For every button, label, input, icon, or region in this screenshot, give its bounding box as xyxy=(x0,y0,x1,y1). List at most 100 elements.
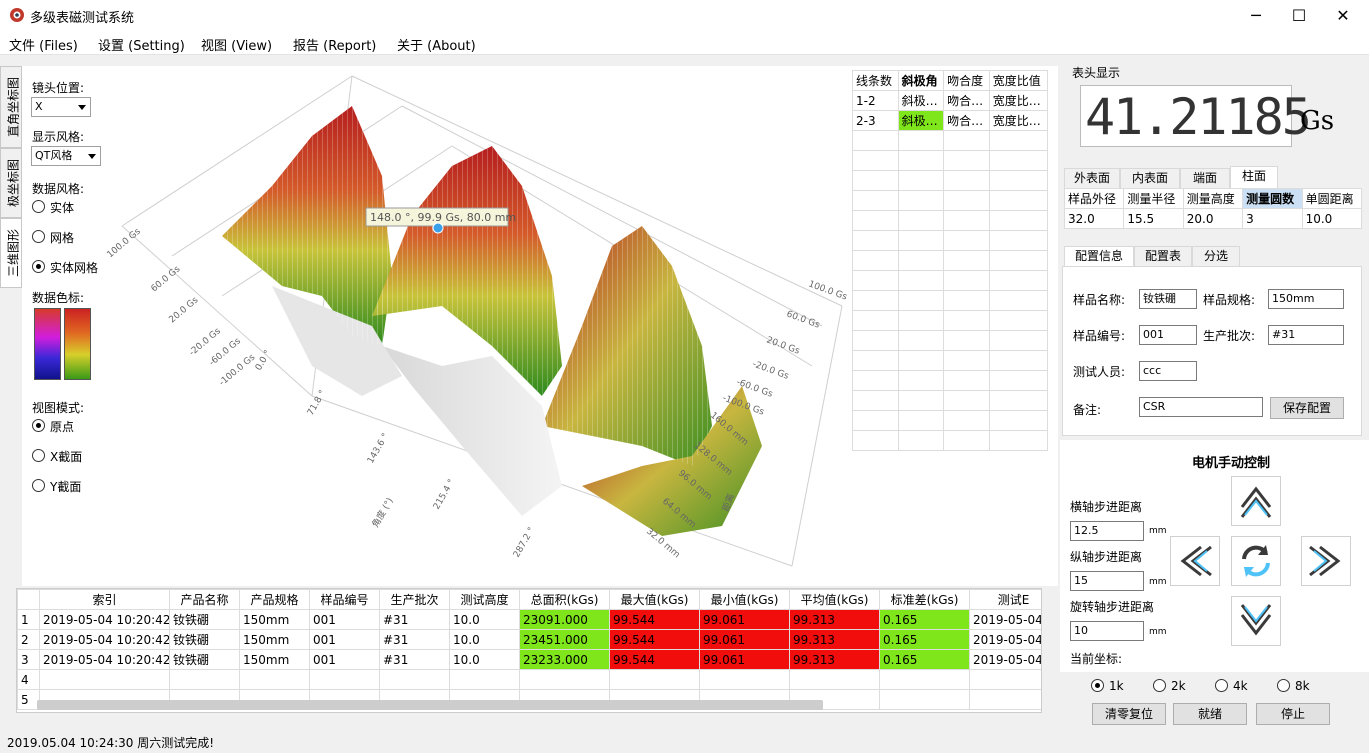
minimize-button[interactable]: ─ xyxy=(1233,0,1279,31)
note-field[interactable]: CSR xyxy=(1139,397,1263,417)
arrow-down-icon xyxy=(1240,604,1272,636)
table-row[interactable]: 4 xyxy=(17,669,1041,690)
column-header[interactable]: 最小值(kGs) xyxy=(699,589,790,610)
config-panel: 样品名称: 钕铁硼 样品规格: 150mm 样品编号: 001 生产批次: #3… xyxy=(1062,266,1362,436)
column-header[interactable]: 生产批次 xyxy=(379,589,450,610)
column-header[interactable] xyxy=(17,589,40,610)
stop-button[interactable]: 停止 xyxy=(1256,703,1330,725)
table-row[interactable]: 3 2019-05-04 10:20:42 钕铁硼 150mm 001 #31 10.0 23… xyxy=(17,649,1041,670)
radio-y-section[interactable] xyxy=(32,479,45,492)
tab-inner-surface[interactable]: 内表面 xyxy=(1120,168,1180,189)
table-row[interactable]: 1-2 斜极… 吻合… 宽度比… xyxy=(852,90,1049,111)
tab-polar[interactable]: 极坐标图 xyxy=(0,148,22,218)
table-row[interactable]: 32.0 15.5 20.0 3 10.0 xyxy=(1063,208,1363,229)
column-header[interactable]: 总面积(kGs) xyxy=(519,589,610,610)
tab-end-face[interactable]: 端面 xyxy=(1180,168,1230,189)
meter-unit: Gs xyxy=(1300,106,1335,136)
lens-select[interactable]: X xyxy=(31,97,91,117)
table-cell: 10.0 xyxy=(449,649,520,670)
table-cell xyxy=(449,669,520,690)
column-header[interactable]: 平均值(kGs) xyxy=(789,589,880,610)
radio-solid-grid[interactable] xyxy=(32,260,45,273)
radio-solid[interactable] xyxy=(32,200,45,213)
sample-name-field[interactable]: 钕铁硼 xyxy=(1139,289,1197,309)
sample-spec-field[interactable]: 150mm xyxy=(1268,289,1344,309)
v-step-field[interactable]: 15 xyxy=(1070,571,1144,591)
tab-config-info[interactable]: 配置信息 xyxy=(1064,246,1134,267)
move-up-button[interactable] xyxy=(1231,476,1281,526)
radio-origin[interactable] xyxy=(32,419,45,432)
tab-3d[interactable]: 三维图形 xyxy=(0,218,22,288)
table-cell: 001 xyxy=(309,629,380,650)
radio-x-section[interactable] xyxy=(32,449,45,462)
table-cell: 99.544 xyxy=(609,629,700,650)
speed-8k-radio[interactable] xyxy=(1277,679,1290,692)
move-right-button[interactable] xyxy=(1301,536,1351,586)
surface-params-table[interactable]: 样品外径 测量半径 测量高度 测量圆数 单圆距离 32.0 15.5 20.0 3 10.0 xyxy=(1063,188,1363,229)
h-step-unit: mm xyxy=(1149,526,1167,536)
radio-y-section-label: Y截面 xyxy=(50,480,82,494)
plot-area[interactable]: 148.0 °, 99.9 Gs, 80.0 mm 100.0 Gs 60.0 … xyxy=(22,66,1058,586)
menu-setting[interactable]: 设置 (Setting) xyxy=(98,35,185,54)
column-header[interactable]: 产品规格 xyxy=(239,589,310,610)
close-button[interactable]: ✕ xyxy=(1320,0,1366,31)
tester-field[interactable]: ccc xyxy=(1139,361,1197,381)
color-scale-green[interactable] xyxy=(64,308,91,380)
menu-report[interactable]: 报告 (Report) xyxy=(293,35,376,54)
column-header[interactable]: 测试E xyxy=(969,589,1041,610)
table-cell: 2019-05-04 xyxy=(969,629,1041,650)
table-row[interactable]: 2 2019-05-04 10:20:42 钕铁硼 150mm 001 #31 10.0 23… xyxy=(17,629,1041,650)
color-scale-blue[interactable] xyxy=(34,308,61,380)
column-header[interactable]: 标准差(kGs) xyxy=(879,589,970,610)
batch-field[interactable]: #31 xyxy=(1268,325,1344,345)
r-step-field[interactable]: 10 xyxy=(1070,621,1144,641)
display-style-select[interactable]: QT风格 xyxy=(31,146,101,166)
move-left-button[interactable] xyxy=(1170,536,1220,586)
horizontal-scrollbar[interactable] xyxy=(37,700,823,710)
move-down-button[interactable] xyxy=(1231,596,1281,646)
tab-sorting[interactable]: 分选 xyxy=(1192,246,1240,267)
tooltip-text: 148.0 °, 99.9 Gs, 80.0 mm xyxy=(370,211,516,224)
lines-table[interactable]: 线条数 斜极角 吻合度 宽度比值 1-2 斜极… 吻合… 宽度比… 2-3 斜极… 吻合…… xyxy=(852,70,1049,451)
view-mode-label: 视图模式: xyxy=(32,401,85,415)
rotate-button[interactable] xyxy=(1231,536,1281,586)
column-header[interactable]: 产品名称 xyxy=(169,589,240,610)
table-row[interactable]: 1 2019-05-04 10:20:42 钕铁硼 150mm 001 #31 10.0 23… xyxy=(17,609,1041,630)
h-step-field[interactable]: 12.5 xyxy=(1070,521,1144,541)
table-header-row: 索引 产品名称 产品规格 样品编号 生产批次 测试高度 总面积(kGs) 最大值(kGs) 最小… xyxy=(17,589,1041,610)
table-cell: 150mm xyxy=(239,609,310,630)
reset-button[interactable]: 清零复位 xyxy=(1092,703,1166,725)
menu-about[interactable]: 关于 (About) xyxy=(397,35,476,54)
column-header: 吻合度 xyxy=(943,70,990,91)
save-config-button[interactable]: 保存配置 xyxy=(1270,397,1344,419)
ready-button[interactable]: 就绪 xyxy=(1173,703,1247,725)
results-table[interactable]: 索引 产品名称 产品规格 样品编号 生产批次 测试高度 总面积(kGs) 最大值(kGs) 最小… xyxy=(16,588,1042,713)
table-cell xyxy=(519,669,610,690)
table-cell xyxy=(239,669,310,690)
radio-grid[interactable] xyxy=(32,230,45,243)
menu-files[interactable]: 文件 (Files) xyxy=(9,35,78,54)
table-row[interactable]: 2-3 斜极… 吻合… 宽度比… xyxy=(852,110,1049,131)
tab-outer-surface[interactable]: 外表面 xyxy=(1064,168,1120,189)
column-header[interactable]: 样品编号 xyxy=(309,589,380,610)
right-axis-label: -20.0 Gs xyxy=(751,359,790,381)
right-axis-label: 20.0 Gs xyxy=(765,335,801,356)
column-header[interactable]: 测试高度 xyxy=(449,589,520,610)
probe-marker[interactable] xyxy=(432,222,444,234)
window-title: 多级表磁测试系统 xyxy=(30,11,135,26)
column-header[interactable]: 索引 xyxy=(39,589,170,610)
note-label: 备注: xyxy=(1073,403,1102,417)
speed-1k-radio[interactable] xyxy=(1091,679,1104,692)
tab-config-table[interactable]: 配置表 xyxy=(1134,246,1192,267)
meter-label: 表头显示 xyxy=(1072,66,1121,80)
motor-title: 电机手动控制 xyxy=(1192,456,1271,471)
table-cell: 2019-05-04 10:20:42 xyxy=(39,629,170,650)
column-header[interactable]: 最大值(kGs) xyxy=(609,589,700,610)
maximize-button[interactable]: ☐ xyxy=(1276,0,1322,31)
tab-cylinder[interactable]: 柱面 xyxy=(1230,166,1278,189)
sample-serial-field[interactable]: 001 xyxy=(1139,325,1197,345)
menu-view[interactable]: 视图 (View) xyxy=(201,35,272,54)
speed-2k-radio[interactable] xyxy=(1153,679,1166,692)
tab-cartesian[interactable]: 直角坐标图 xyxy=(0,66,22,148)
speed-4k-radio[interactable] xyxy=(1215,679,1228,692)
